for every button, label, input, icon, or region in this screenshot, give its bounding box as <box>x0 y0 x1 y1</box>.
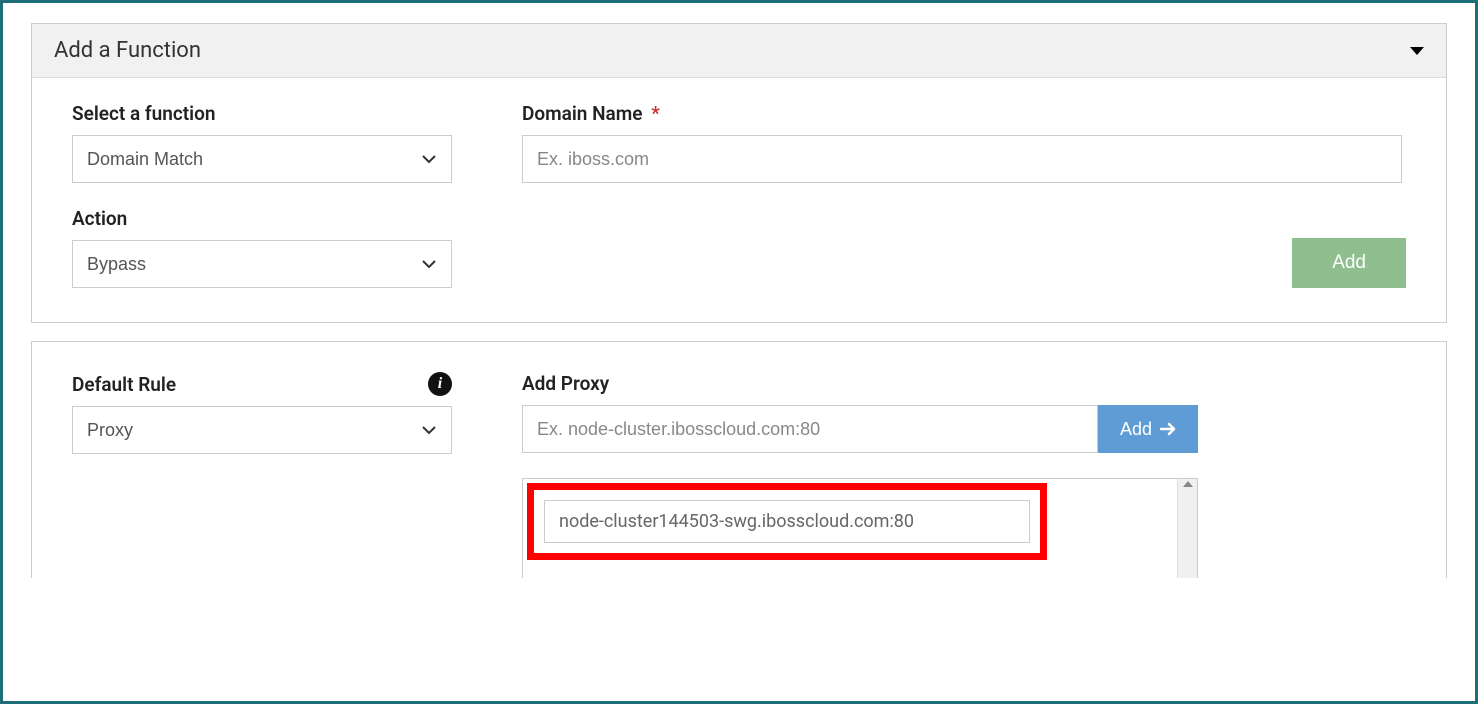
add-proxy-button[interactable]: Add <box>1098 405 1198 453</box>
proxy-entry-highlight: node-cluster144503-swg.ibosscloud.com:80 <box>527 483 1047 560</box>
proxy-list-spacer <box>72 478 452 578</box>
select-function-label: Select a function <box>72 102 452 125</box>
action-select-wrap: Bypass <box>72 240 452 288</box>
form-row-2: Action Bypass Add <box>72 207 1406 288</box>
select-function-group: Select a function Domain Match <box>72 102 452 183</box>
form-row-1: Select a function Domain Match Domain Na… <box>72 102 1406 183</box>
add-proxy-button-label: Add <box>1120 419 1152 440</box>
add-function-button[interactable]: Add <box>1292 238 1406 288</box>
config-frame: Add a Function Select a function Domain … <box>0 0 1478 704</box>
panel-title: Add a Function <box>54 38 201 63</box>
scrollbar-up-icon <box>1183 481 1193 487</box>
add-proxy-label: Add Proxy <box>522 372 1198 395</box>
required-indicator-icon: * <box>651 102 660 125</box>
scrollbar[interactable] <box>1177 479 1197 578</box>
action-select-input[interactable]: Bypass <box>72 240 452 288</box>
panel-header[interactable]: Add a Function <box>32 24 1446 78</box>
panel-body: Select a function Domain Match Domain Na… <box>32 78 1446 322</box>
add-function-panel: Add a Function Select a function Domain … <box>31 23 1447 323</box>
proxy-input-row: Add <box>522 405 1198 453</box>
default-rule-select-wrap: Proxy <box>72 406 452 454</box>
select-function-wrap: Domain Match <box>72 135 452 183</box>
proxy-list-container: node-cluster144503-swg.ibosscloud.com:80 <box>72 478 1406 578</box>
proxy-panel-row: Default Rule i Proxy Add Proxy <box>72 372 1406 454</box>
arrow-right-icon <box>1160 422 1176 436</box>
proxy-list-item[interactable]: node-cluster144503-swg.ibosscloud.com:80 <box>544 500 1030 543</box>
domain-name-input[interactable] <box>522 135 1402 183</box>
action-group: Action Bypass <box>72 207 452 288</box>
add-button-container: Add <box>522 238 1406 288</box>
proxy-input[interactable] <box>522 405 1098 453</box>
select-function-input[interactable]: Domain Match <box>72 135 452 183</box>
collapse-caret-icon <box>1410 47 1424 55</box>
proxy-panel: Default Rule i Proxy Add Proxy <box>31 341 1447 578</box>
proxy-list-box: node-cluster144503-swg.ibosscloud.com:80 <box>522 478 1198 578</box>
info-icon[interactable]: i <box>428 372 452 396</box>
action-label: Action <box>72 207 452 230</box>
default-rule-label: Default Rule <box>72 373 176 396</box>
default-rule-select[interactable]: Proxy <box>72 406 452 454</box>
add-proxy-group: Add Proxy Add <box>522 372 1198 454</box>
domain-name-label: Domain Name * <box>522 102 1406 125</box>
domain-name-label-text: Domain Name <box>522 102 643 125</box>
default-rule-header: Default Rule i <box>72 372 452 396</box>
default-rule-group: Default Rule i Proxy <box>72 372 452 454</box>
domain-name-group: Domain Name * <box>522 102 1406 183</box>
